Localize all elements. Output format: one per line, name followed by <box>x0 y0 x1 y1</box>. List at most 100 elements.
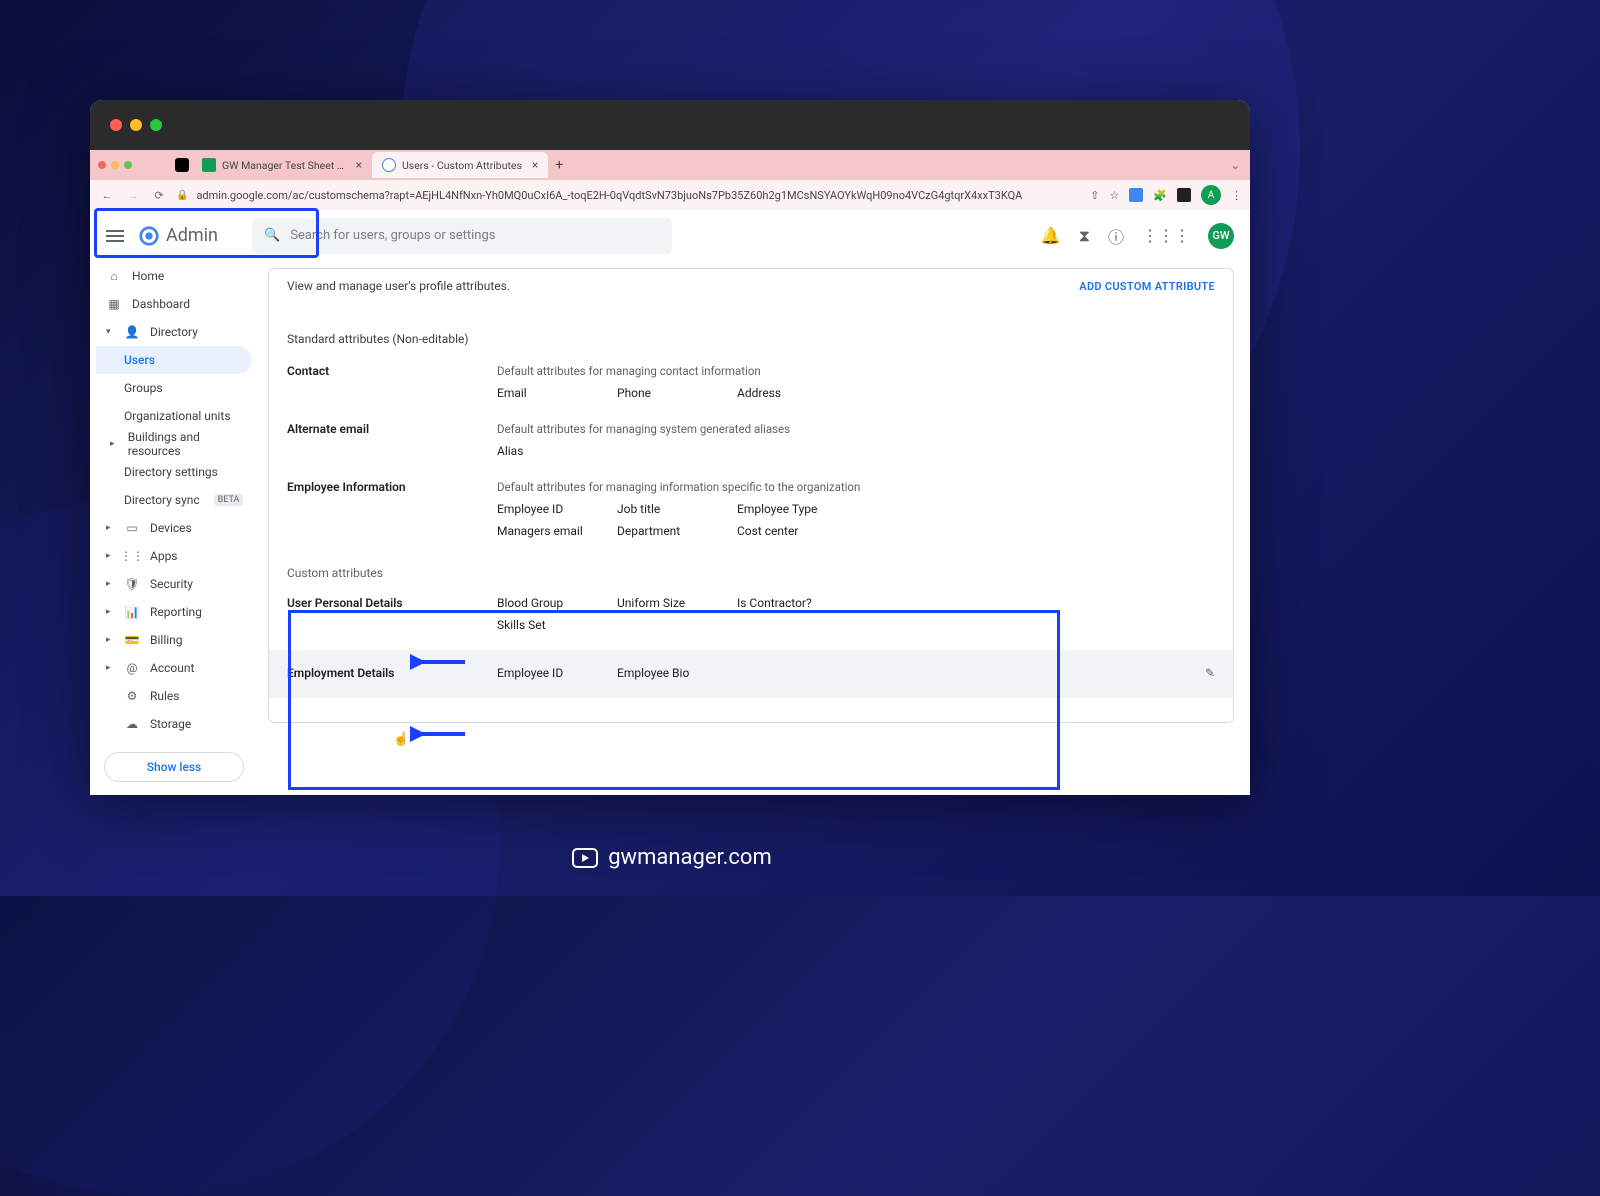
star-icon[interactable]: ☆ <box>1109 189 1119 202</box>
sidebar-item-devices[interactable]: ▸ ▭ Devices <box>96 514 252 542</box>
maximize-window-icon[interactable] <box>150 119 162 131</box>
home-icon: ⌂ <box>106 268 122 284</box>
extension-icon-2[interactable] <box>1177 188 1191 202</box>
sidebar-item-label: Home <box>132 269 164 283</box>
attr-field: Department <box>617 524 737 538</box>
attr-field: Job title <box>617 502 737 516</box>
card-overview: View and manage user's profile attribute… <box>287 279 510 293</box>
back-button[interactable]: ← <box>98 189 116 202</box>
browser-tabstrip: GW Manager Test Sheet - Goo × Users - Cu… <box>90 150 1250 180</box>
at-icon: @ <box>124 660 140 676</box>
sidebar-item-security[interactable]: ▸ 🛡 Security <box>96 570 252 598</box>
browser-tab-active[interactable]: Users - Custom Attributes × <box>372 152 548 178</box>
sidebar-item-rules[interactable]: ⚙ Rules <box>96 682 252 710</box>
sidebar: ⌂ Home ▦ Dashboard ▾ 👤 Directory Users G… <box>90 262 258 795</box>
hamburger-menu-icon[interactable] <box>106 230 124 242</box>
browser-urlbar: ← → ⟳ 🔒 admin.google.com/ac/customschema… <box>90 180 1250 210</box>
sidebar-item-billing[interactable]: ▸ 💳 Billing <box>96 626 252 654</box>
tabstrip-chevron-icon[interactable]: ⌄ <box>1231 159 1240 172</box>
sidebar-item-apps[interactable]: ▸ ⋮⋮ Apps <box>96 542 252 570</box>
sidebar-item-label: Billing <box>150 633 183 647</box>
sidebar-item-groups[interactable]: Groups <box>96 374 252 402</box>
brand[interactable]: Admin <box>138 225 218 247</box>
sidebar-item-directory[interactable]: ▾ 👤 Directory <box>96 318 252 346</box>
close-window-icon[interactable] <box>110 119 122 131</box>
caret-right-icon: ▸ <box>106 523 114 533</box>
forward-button[interactable]: → <box>124 189 142 202</box>
search-input[interactable]: 🔍 Search for users, groups or settings <box>252 218 672 254</box>
sidebar-item-account[interactable]: ▸ @ Account <box>96 654 252 682</box>
attr-field: Is Contractor? <box>737 596 857 610</box>
browser-tab[interactable]: GW Manager Test Sheet - Goo × <box>192 152 372 178</box>
sidebar-item-dir-settings[interactable]: Directory settings <box>96 458 252 486</box>
app-header: Admin 🔍 Search for users, groups or sett… <box>90 210 1250 262</box>
card-icon: 💳 <box>124 632 140 648</box>
standard-attr-alt-email: Alternate email Default attributes for m… <box>287 408 1215 466</box>
attr-field: Employee Bio <box>617 666 737 680</box>
sidebar-item-label: Dashboard <box>132 297 190 311</box>
new-tab-button[interactable]: + <box>548 157 570 173</box>
sidebar-item-label: Security <box>150 577 193 591</box>
admin-logo-icon <box>138 225 160 247</box>
attr-desc: Default attributes for managing contact … <box>497 364 1215 386</box>
annotation-arrow-1 <box>410 654 470 670</box>
hourglass-icon[interactable]: ⧗ <box>1079 226 1090 246</box>
attr-field: Employee Type <box>737 502 857 516</box>
sidebar-item-storage[interactable]: ☁ Storage <box>96 710 252 738</box>
sidebar-item-dashboard[interactable]: ▦ Dashboard <box>96 290 252 318</box>
sidebar-item-label: Account <box>150 661 194 675</box>
sidebar-item-users[interactable]: Users <box>96 346 252 374</box>
attr-field: Uniform Size <box>617 596 737 610</box>
lock-icon: 🔒 <box>176 190 188 201</box>
share-icon[interactable]: ⇧ <box>1090 189 1099 202</box>
window-titlebar <box>90 100 1250 150</box>
custom-caption: Custom attributes <box>287 546 1215 580</box>
search-icon: 🔍 <box>264 228 280 243</box>
attr-field: Cost center <box>737 524 857 538</box>
dashboard-icon: ▦ <box>106 296 122 312</box>
url-text[interactable]: admin.google.com/ac/customschema?rapt=AE… <box>196 189 1082 202</box>
attr-field: Employee ID <box>497 502 617 516</box>
account-avatar[interactable]: GW <box>1208 223 1234 249</box>
sidebar-item-dir-sync[interactable]: Directory sync BETA <box>96 486 252 514</box>
sidebar-item-org-units[interactable]: Organizational units <box>96 402 252 430</box>
window-controls[interactable] <box>110 119 162 131</box>
custom-attr-user-personal[interactable]: User Personal Details Blood Group Unifor… <box>287 580 1215 650</box>
sidebar-item-label: Rules <box>150 689 179 703</box>
attr-desc: Default attributes for managing informat… <box>497 480 1215 502</box>
notifications-icon[interactable]: 🔔 <box>1041 226 1061 245</box>
sidebar-item-reporting[interactable]: ▸ 📊 Reporting <box>96 598 252 626</box>
brand-name: Admin <box>166 225 218 246</box>
watermark-text: gwmanager.com <box>608 845 772 870</box>
sidebar-item-buildings[interactable]: ▸ Buildings and resources <box>96 430 252 458</box>
puzzle-icon[interactable]: 🧩 <box>1153 189 1167 202</box>
sheets-favicon-icon <box>202 158 216 172</box>
caret-right-icon: ▸ <box>106 663 114 673</box>
sidebar-item-label: Organizational units <box>124 409 231 423</box>
sidebar-item-label: Directory settings <box>124 465 218 479</box>
apps-grid-icon[interactable]: ⋮⋮⋮ <box>1142 226 1190 245</box>
caret-right-icon: ▸ <box>106 579 114 589</box>
reload-button[interactable]: ⟳ <box>150 189 168 202</box>
attr-field: Address <box>737 386 857 400</box>
rules-icon: ⚙ <box>124 688 140 704</box>
play-icon <box>572 848 598 868</box>
person-icon: 👤 <box>124 324 140 340</box>
sidebar-item-home[interactable]: ⌂ Home <box>96 262 252 290</box>
kebab-menu-icon[interactable]: ⋮ <box>1231 189 1242 202</box>
help-icon[interactable]: ⓘ <box>1108 224 1124 248</box>
notion-favicon <box>175 158 189 172</box>
close-tab-icon[interactable]: × <box>532 158 538 172</box>
minimize-window-icon[interactable] <box>130 119 142 131</box>
close-tab-icon[interactable]: × <box>356 158 362 172</box>
standard-caption: Standard attributes (Non-editable) <box>287 314 1215 350</box>
inner-window-controls <box>98 161 132 169</box>
attr-field: Blood Group <box>497 596 617 610</box>
profile-avatar[interactable]: A <box>1201 185 1221 205</box>
sidebar-item-label: Storage <box>150 717 191 731</box>
show-less-button[interactable]: Show less <box>104 752 244 782</box>
extension-icon[interactable] <box>1129 188 1143 202</box>
edit-pencil-icon[interactable]: ✎ <box>1205 666 1215 680</box>
add-custom-attribute-link[interactable]: ADD CUSTOM ATTRIBUTE <box>1079 280 1215 293</box>
beta-badge: BETA <box>214 494 244 506</box>
